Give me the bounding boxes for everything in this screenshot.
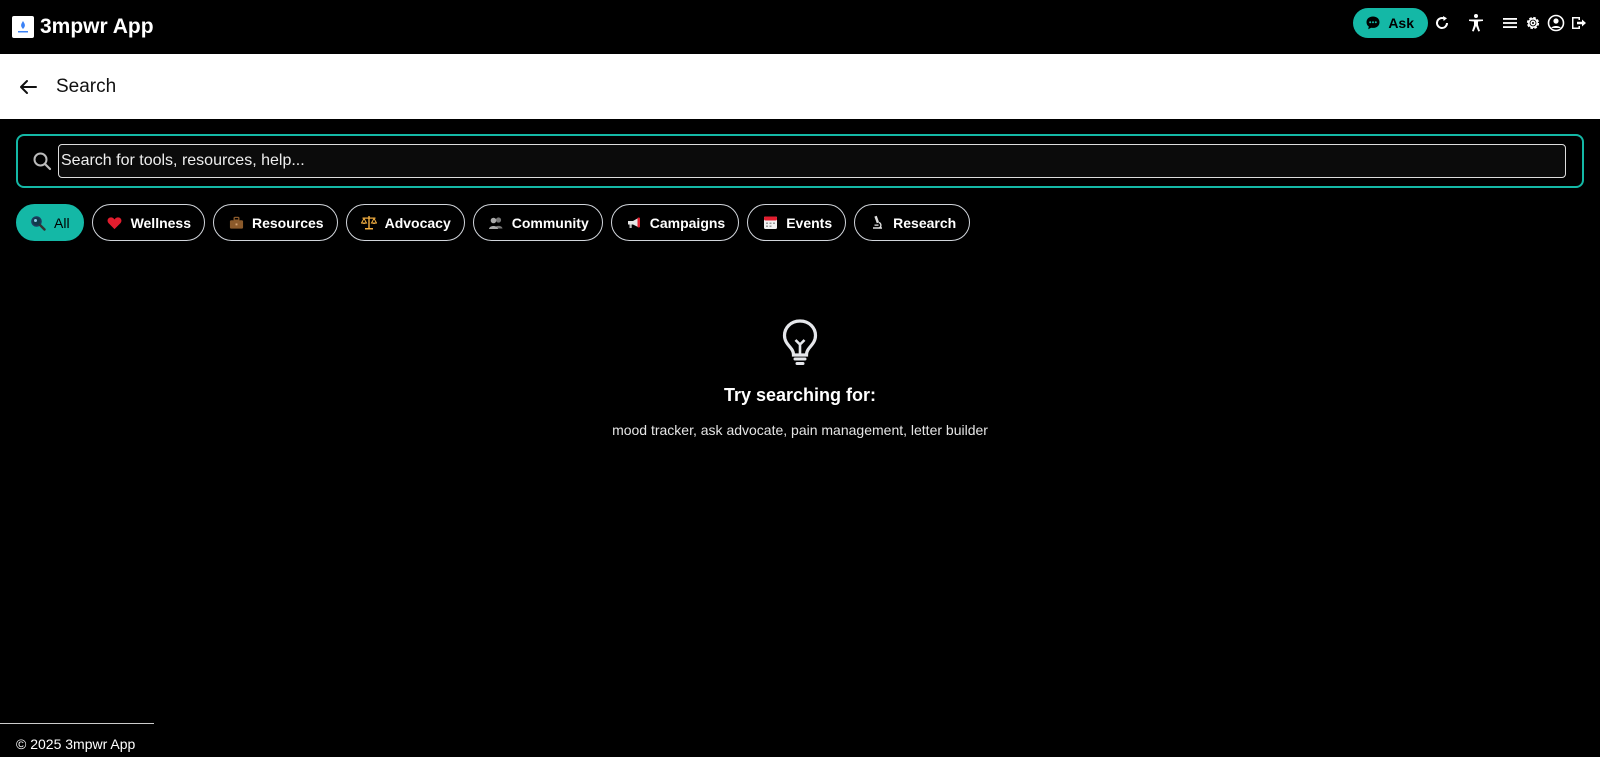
user-icon	[1547, 14, 1565, 32]
refresh-button[interactable]	[1431, 12, 1453, 34]
page-header: Search	[0, 54, 1600, 119]
calendar-icon	[762, 215, 778, 231]
filter-chip-label: Campaigns	[649, 214, 726, 231]
filter-chip-label: All	[54, 214, 70, 231]
search-input[interactable]	[58, 144, 1566, 178]
settings-button[interactable]	[1522, 12, 1544, 34]
top-actions: Ask	[1353, 8, 1590, 38]
app-logo[interactable]	[12, 16, 34, 38]
refresh-icon	[1436, 16, 1449, 29]
empty-state-title: Try searching for:	[723, 385, 877, 405]
filter-chip-label: Community	[511, 214, 589, 231]
accessibility-button[interactable]	[1465, 12, 1487, 34]
back-button[interactable]	[16, 75, 40, 99]
empty-state: Try searching for: mood tracker, ask adv…	[0, 318, 1600, 438]
filter-chip-advocacy[interactable]: Advocacy	[345, 204, 465, 241]
filter-chip-label: Research	[893, 214, 957, 231]
filter-chip-all[interactable]: All	[16, 204, 84, 241]
logo-icon	[18, 21, 28, 33]
heart-icon	[107, 215, 123, 231]
filter-chip-label: Resources	[252, 214, 324, 231]
filter-chip-community[interactable]: Community	[472, 204, 603, 241]
menu-icon	[1503, 18, 1517, 28]
ask-button[interactable]: Ask	[1353, 8, 1428, 38]
profile-button[interactable]	[1545, 12, 1567, 34]
page-title: Search	[56, 75, 117, 97]
scales-icon	[360, 215, 377, 231]
magnifier-icon	[30, 215, 46, 231]
footer: © 2025 3mpwr App	[0, 723, 154, 757]
gear-icon	[1526, 16, 1540, 30]
microscope-icon	[869, 215, 885, 231]
logout-icon	[1572, 17, 1586, 29]
people-icon	[488, 215, 504, 231]
filter-chip-label: Wellness	[130, 214, 191, 231]
menu-button[interactable]	[1499, 12, 1521, 34]
megaphone-icon	[626, 215, 642, 231]
top-bar: 3mpwr App Ask	[0, 0, 1600, 54]
accessibility-icon	[1469, 14, 1483, 32]
search-suggestions: mood tracker, ask advocate, pain managem…	[612, 422, 988, 438]
filter-chip-wellness[interactable]: Wellness	[91, 204, 205, 241]
lightbulb-icon	[780, 318, 820, 366]
filter-chip-resources[interactable]: Resources	[213, 204, 338, 241]
ask-button-label: Ask	[1388, 15, 1414, 31]
chat-icon	[1366, 16, 1380, 30]
filter-chip-campaigns[interactable]: Campaigns	[610, 204, 740, 241]
briefcase-icon	[228, 215, 244, 231]
filter-chip-label: Events	[786, 214, 833, 231]
logout-button[interactable]	[1568, 12, 1590, 34]
search-bar	[16, 134, 1584, 188]
filter-chip-events[interactable]: Events	[747, 204, 847, 241]
filter-chips: All Wellness Resources Advocacy Communit…	[16, 204, 978, 241]
filter-chip-research[interactable]: Research	[854, 204, 971, 241]
arrow-left-icon	[20, 79, 37, 94]
copyright-text: © 2025 3mpwr App	[16, 736, 136, 752]
app-title[interactable]: 3mpwr App	[40, 15, 154, 39]
filter-chip-label: Advocacy	[384, 214, 451, 231]
search-icon	[30, 149, 54, 173]
